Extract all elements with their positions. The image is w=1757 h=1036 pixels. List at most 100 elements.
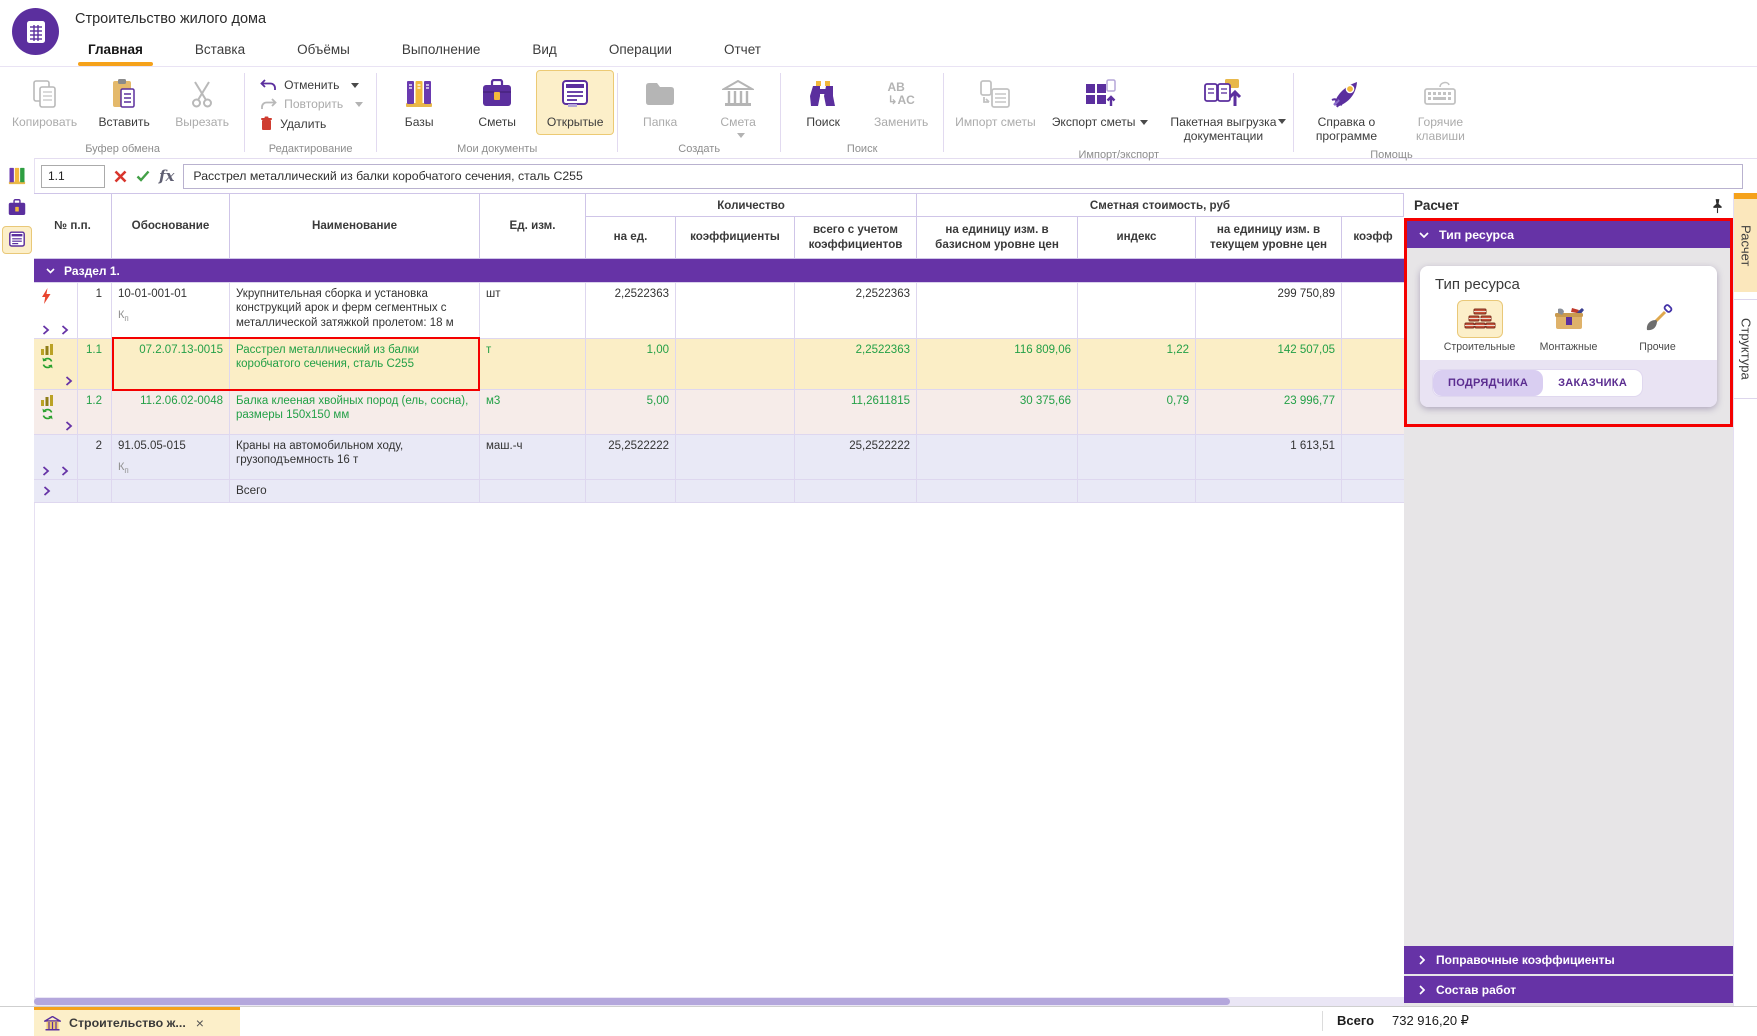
row-num[interactable] [78,480,112,503]
row-num[interactable]: 1.2 [78,390,112,435]
row-num[interactable]: 1 [78,283,112,339]
row-cost-current[interactable]: 1 613,51 [1196,435,1342,480]
formula-input[interactable]: Расстрел металлический из балки коробчат… [183,164,1743,189]
row-qty-per-unit[interactable]: 5,00 [586,390,676,435]
table-row[interactable]: 1 10-01-001-01 Кп Укрупнительная сборка … [34,283,1404,339]
row-qty-coeff[interactable] [676,339,795,390]
export-estimate-button[interactable]: Экспорт сметы [1044,70,1157,135]
search-button[interactable]: Поиск [784,70,862,135]
row-qty-total[interactable] [795,480,917,503]
row-justification[interactable]: 91.05.05-015 Кп [112,435,230,480]
hotkeys-button[interactable]: Горячие клавиши [1395,70,1485,149]
row-marker-cell[interactable] [34,283,78,339]
scrollbar-thumb[interactable] [34,998,1230,1005]
row-cost-coeff[interactable] [1342,339,1404,390]
row-unit[interactable] [480,480,586,503]
strip-opened-icon[interactable] [2,226,32,254]
row-cost-index[interactable]: 0,79 [1078,390,1196,435]
tab-vid[interactable]: Вид [532,34,556,66]
option-montazhnye[interactable]: Монтажные [1524,300,1613,353]
cancel-icon[interactable] [114,170,127,183]
row-num[interactable]: 1.1 [78,339,112,390]
row-qty-coeff[interactable] [676,480,795,503]
row-qty-total[interactable]: 25,2522222 [795,435,917,480]
row-cost-index[interactable]: 1,22 [1078,339,1196,390]
row-qty-coeff[interactable] [676,435,795,480]
strip-estimates-icon[interactable] [2,194,32,222]
row-cost-index[interactable] [1078,283,1196,339]
toggle-zakazchika[interactable]: ЗАКАЗЧИКА [1543,370,1642,396]
confirm-icon[interactable] [136,170,150,182]
batch-export-button[interactable]: Пакетная выгрузка документации [1156,70,1290,149]
import-estimate-button[interactable]: Импорт сметы [947,70,1044,135]
delete-button[interactable]: Удалить [260,116,363,131]
estimates-button[interactable]: Сметы [458,70,536,135]
horizontal-scrollbar[interactable] [34,997,1404,1006]
table-row[interactable]: 1.2 11.2.06.02-0048 Балка клееная хвойны… [34,390,1404,435]
chevron-right-icon[interactable] [43,486,51,496]
header-name[interactable]: Наименование [230,194,480,259]
document-tab[interactable]: Строительство ж... × [34,1007,240,1036]
resource-type-section-header[interactable]: Тип ресурса [1407,221,1730,248]
row-qty-total[interactable]: 11,2611815 [795,390,917,435]
header-cost-index[interactable]: индекс [1078,217,1196,259]
row-unit[interactable]: шт [480,283,586,339]
tab-obyomy[interactable]: Объёмы [297,34,350,66]
tab-operacii[interactable]: Операции [609,34,672,66]
header-cost-coeff[interactable]: коэфф [1342,217,1404,259]
bases-button[interactable]: Базы [380,70,458,135]
tab-glavnaya[interactable]: Главная [88,34,143,66]
option-prochie[interactable]: Прочие [1613,300,1702,353]
header-cost-current[interactable]: на единицу изм. в текущем уровне цен [1196,217,1342,259]
row-marker-cell[interactable] [34,339,78,390]
row-justification[interactable]: 10-01-001-01 Кп [112,283,230,339]
cell-reference-input[interactable]: 1.1 [41,165,105,188]
redo-dropdown-caret[interactable] [355,102,363,107]
export-dropdown-caret[interactable] [1140,120,1148,125]
row-qty-per-unit[interactable]: 1,00 [586,339,676,390]
header-unit[interactable]: Ед. изм. [480,194,586,259]
row-cost-index[interactable] [1078,435,1196,480]
row-qty-total[interactable]: 2,2522363 [795,283,917,339]
row-unit[interactable]: м3 [480,390,586,435]
row-cost-coeff[interactable] [1342,435,1404,480]
row-cost-base[interactable]: 30 375,66 [917,390,1078,435]
chevron-right-icon[interactable] [42,466,50,476]
row-unit[interactable]: маш.-ч [480,435,586,480]
paste-button[interactable]: Вставить [85,70,163,135]
row-justification[interactable] [112,480,230,503]
row-num[interactable]: 2 [78,435,112,480]
replace-button[interactable]: AB↳AC Заменить [862,70,940,135]
row-qty-coeff[interactable] [676,390,795,435]
header-qty-per-unit[interactable]: на ед. [586,217,676,259]
estimate-create-button[interactable]: Смета [699,70,777,143]
section-popravochnye[interactable]: Поправочные коэффициенты [1404,946,1733,974]
row-cost-current[interactable]: 299 750,89 [1196,283,1342,339]
batch-dropdown-caret[interactable] [1278,119,1286,124]
row-marker-cell[interactable] [34,435,78,480]
tab-vstavka[interactable]: Вставка [195,34,245,66]
total-row[interactable]: Всего [34,480,1404,503]
table-row-selected[interactable]: 1.1 07.2.07.13-0015 Расстрел металлическ… [34,339,1404,390]
row-justification[interactable]: 07.2.07.13-0015 [112,339,230,390]
header-justification[interactable]: Обоснование [112,194,230,259]
side-tab-raschet[interactable]: Расчет [1734,199,1757,292]
row-cost-base[interactable] [917,480,1078,503]
undo-dropdown-caret[interactable] [351,83,359,88]
row-marker-cell[interactable] [34,390,78,435]
toggle-podryadchika[interactable]: ПОДРЯДЧИКА [1433,370,1543,396]
row-cost-current[interactable]: 23 996,77 [1196,390,1342,435]
row-unit[interactable]: т [480,339,586,390]
row-cost-current[interactable]: 142 507,05 [1196,339,1342,390]
row-name[interactable]: Укрупнительная сборка и установка констр… [230,283,480,339]
row-cost-coeff[interactable] [1342,390,1404,435]
opened-button[interactable]: Открытые [536,70,614,135]
header-num[interactable]: № п.п. [34,194,112,259]
header-qty-total[interactable]: всего с учетом коэффициентов [795,217,917,259]
close-icon[interactable]: × [196,1015,204,1031]
table-row[interactable]: 2 91.05.05-015 Кп Краны на автомобильном… [34,435,1404,480]
row-qty-per-unit[interactable] [586,480,676,503]
row-cost-base[interactable] [917,283,1078,339]
undo-button[interactable]: Отменить [260,78,363,92]
estimate-dropdown-caret[interactable] [737,133,745,138]
